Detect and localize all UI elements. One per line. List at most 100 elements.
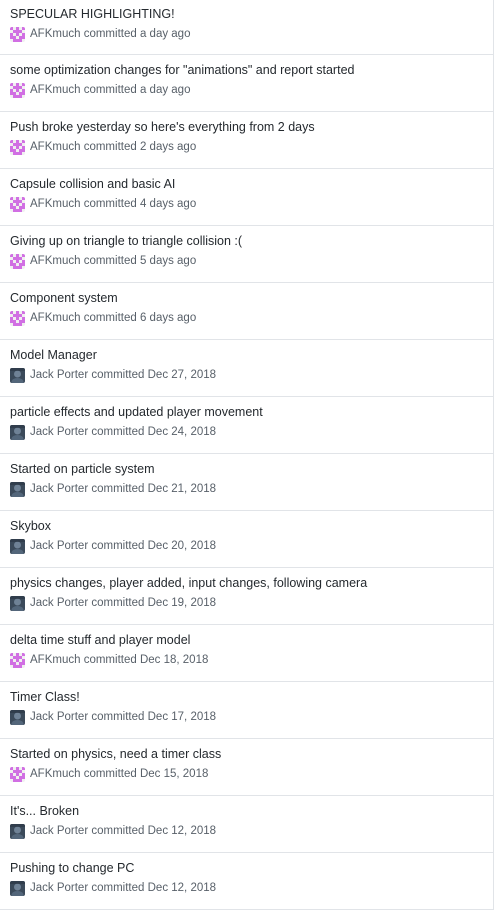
identicon-avatar[interactable] (10, 26, 25, 42)
committed-word: committed (91, 483, 145, 495)
commit-date: Dec 24, 2018 (147, 426, 217, 438)
commit-meta: AFKmuch committed a day ago (10, 26, 483, 42)
committed-word: committed (83, 198, 137, 210)
committed-word: committed (91, 825, 145, 837)
commit-author-link[interactable]: AFKmuch (30, 28, 81, 40)
commit-message-link[interactable]: Pushing to change PC (10, 860, 483, 876)
committed-label: committed (81, 84, 140, 96)
commit-meta: Jack Porter committed Dec 12, 2018 (10, 823, 483, 839)
commit-author-link[interactable]: AFKmuch (30, 312, 81, 324)
committed-label: committed (88, 426, 147, 438)
commit-author-link[interactable]: Jack Porter (30, 825, 88, 837)
committed-label: committed (88, 825, 147, 837)
committed-label: committed (81, 654, 140, 666)
commit-row: It's... Broken Jack Porter committed Dec… (0, 796, 493, 853)
committed-word: committed (83, 654, 137, 666)
commit-meta: AFKmuch committed 6 days ago (10, 310, 483, 326)
commit-row: SPECULAR HIGHLIGHTING! AFKmuch committed… (0, 0, 493, 55)
commit-message-link[interactable]: Model Manager (10, 347, 483, 363)
committed-word: committed (83, 255, 137, 267)
commit-author-link[interactable]: AFKmuch (30, 84, 81, 96)
committed-word: committed (83, 768, 137, 780)
commit-author-link[interactable]: AFKmuch (30, 198, 81, 210)
commit-message-link[interactable]: Timer Class! (10, 689, 483, 705)
commit-meta: Jack Porter committed Dec 27, 2018 (10, 367, 483, 383)
commit-meta: Jack Porter committed Dec 19, 2018 (10, 595, 483, 611)
commit-message-link[interactable]: Started on physics, need a timer class (10, 746, 483, 762)
photo-avatar[interactable] (10, 595, 25, 611)
commit-author-link[interactable]: Jack Porter (30, 426, 88, 438)
commit-author-link[interactable]: AFKmuch (30, 768, 81, 780)
committed-label: committed (81, 768, 140, 780)
commit-row: particle effects and updated player move… (0, 397, 493, 454)
commit-row: Started on particle system Jack Porter c… (0, 454, 493, 511)
committed-label: committed (88, 540, 147, 552)
commit-date: 6 days ago (139, 312, 197, 324)
committed-word: committed (83, 84, 137, 96)
commit-author-link[interactable]: AFKmuch (30, 141, 81, 153)
commit-row: Pushing to change PC Jack Porter committ… (0, 853, 493, 910)
commit-author-link[interactable]: Jack Porter (30, 882, 88, 894)
commit-message-link[interactable]: particle effects and updated player move… (10, 404, 483, 420)
commit-message-link[interactable]: Push broke yesterday so here's everythin… (10, 119, 483, 135)
committed-word: committed (91, 540, 145, 552)
commit-message-link[interactable]: Capsule collision and basic AI (10, 176, 483, 192)
commit-author-link[interactable]: Jack Porter (30, 369, 88, 381)
commit-message-link[interactable]: some optimization changes for "animation… (10, 62, 483, 78)
commit-date: Dec 19, 2018 (147, 597, 217, 609)
photo-avatar[interactable] (10, 424, 25, 440)
commit-meta: Jack Porter committed Dec 24, 2018 (10, 424, 483, 440)
commit-message-link[interactable]: SPECULAR HIGHLIGHTING! (10, 6, 483, 22)
commit-meta: AFKmuch committed a day ago (10, 82, 483, 98)
commit-author-link[interactable]: Jack Porter (30, 540, 88, 552)
committed-word: committed (91, 426, 145, 438)
commit-author-link[interactable]: Jack Porter (30, 483, 88, 495)
commit-meta: Jack Porter committed Dec 21, 2018 (10, 481, 483, 497)
commit-author-link[interactable]: AFKmuch (30, 255, 81, 267)
identicon-avatar[interactable] (10, 310, 25, 326)
identicon-avatar[interactable] (10, 82, 25, 98)
photo-avatar[interactable] (10, 538, 25, 554)
commit-message-link[interactable]: It's... Broken (10, 803, 483, 819)
commit-meta: AFKmuch committed 4 days ago (10, 196, 483, 212)
commit-date: Dec 20, 2018 (147, 540, 217, 552)
identicon-avatar[interactable] (10, 196, 25, 212)
identicon-avatar[interactable] (10, 139, 25, 155)
commit-message-link[interactable]: Giving up on triangle to triangle collis… (10, 233, 483, 249)
commit-message-link[interactable]: delta time stuff and player model (10, 632, 483, 648)
commit-date: a day ago (139, 28, 191, 40)
committed-label: committed (81, 198, 140, 210)
committed-word: committed (91, 369, 145, 381)
commit-meta: AFKmuch committed 5 days ago (10, 253, 483, 269)
identicon-avatar[interactable] (10, 766, 25, 782)
commit-date: Dec 21, 2018 (147, 483, 217, 495)
commit-row: Giving up on triangle to triangle collis… (0, 226, 493, 283)
photo-avatar[interactable] (10, 709, 25, 725)
committed-word: committed (91, 711, 145, 723)
commit-author-link[interactable]: Jack Porter (30, 711, 88, 723)
commit-date: Dec 17, 2018 (147, 711, 217, 723)
commit-author-link[interactable]: Jack Porter (30, 597, 88, 609)
commit-date: 4 days ago (139, 198, 197, 210)
committed-label: committed (81, 312, 140, 324)
photo-avatar[interactable] (10, 367, 25, 383)
identicon-avatar[interactable] (10, 253, 25, 269)
commit-message-link[interactable]: Skybox (10, 518, 483, 534)
committed-label: committed (88, 597, 147, 609)
commit-meta: Jack Porter committed Dec 17, 2018 (10, 709, 483, 725)
commit-message-link[interactable]: Started on particle system (10, 461, 483, 477)
photo-avatar[interactable] (10, 481, 25, 497)
commit-author-link[interactable]: AFKmuch (30, 654, 81, 666)
commit-message-link[interactable]: physics changes, player added, input cha… (10, 575, 483, 591)
commit-meta: AFKmuch committed Dec 15, 2018 (10, 766, 483, 782)
commit-row: Skybox Jack Porter committed Dec 20, 201… (0, 511, 493, 568)
commit-meta: Jack Porter committed Dec 12, 2018 (10, 880, 483, 896)
photo-avatar[interactable] (10, 880, 25, 896)
committed-label: committed (88, 882, 147, 894)
commit-row: Push broke yesterday so here's everythin… (0, 112, 493, 169)
commit-date: Dec 18, 2018 (139, 654, 209, 666)
identicon-avatar[interactable] (10, 652, 25, 668)
commit-date: Dec 12, 2018 (147, 882, 217, 894)
photo-avatar[interactable] (10, 823, 25, 839)
commit-message-link[interactable]: Component system (10, 290, 483, 306)
